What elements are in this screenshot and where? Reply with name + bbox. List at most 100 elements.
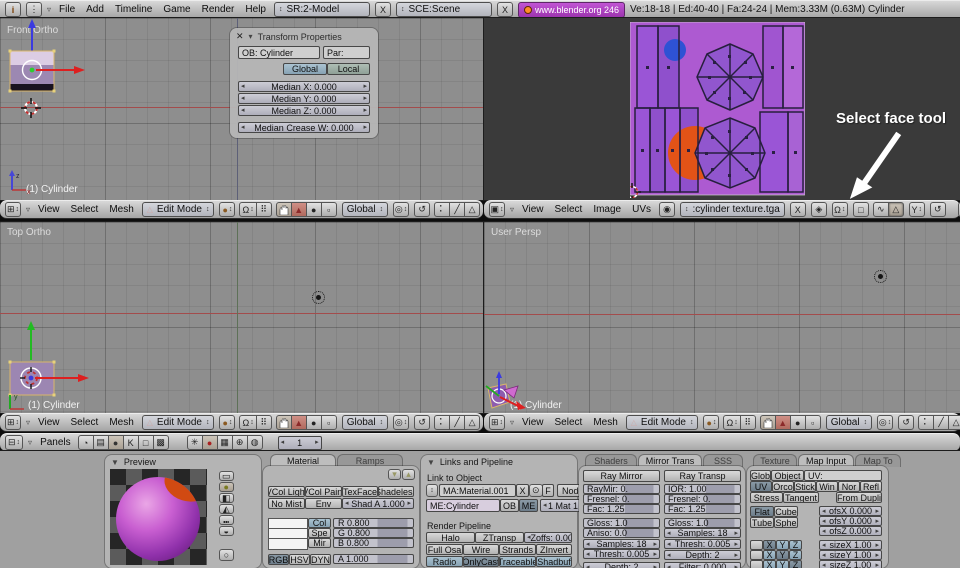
front-view-scene[interactable]: z x (0, 18, 120, 200)
ob-button[interactable]: OB (500, 499, 519, 512)
translate-manipulator-icon[interactable]: ▲ (291, 202, 307, 217)
stepper-left-icon[interactable]: ◂ (241, 124, 245, 131)
translate-manipulator-icon[interactable]: ▲ (775, 415, 791, 430)
gloss-mir-slider[interactable]: Gloss: 1.0 (583, 518, 660, 528)
menu-timeline[interactable]: Timeline (112, 4, 155, 15)
material-name-field[interactable]: MA:Material.001 (439, 484, 516, 497)
lamp-object[interactable] (312, 291, 325, 304)
stepper-right-icon[interactable]: ▸ (363, 124, 367, 131)
radiosity-subcontext-icon[interactable]: ⊕ (232, 435, 248, 450)
spe-channel-button[interactable]: Spe (308, 528, 331, 538)
win-toggle[interactable]: Win (816, 481, 838, 492)
menu-image[interactable]: Image (590, 204, 624, 215)
viewport-top[interactable]: Top Ortho (1) Cylinder y (0, 222, 483, 413)
uv-stitch-dropdown[interactable]: Y↕ (909, 202, 925, 217)
draw-type-dropdown[interactable]: ●↕ (703, 415, 719, 430)
transform-properties-panel[interactable]: ✕ ▾ Transform Properties OB: Cylinder Pa… (230, 28, 378, 138)
shading-context-icon[interactable]: ● (108, 435, 124, 450)
top-view-scene[interactable]: y (0, 317, 120, 413)
collapse-panel-icon[interactable]: ▾ (249, 32, 253, 41)
manipulator-hand-button[interactable] (760, 415, 776, 430)
pivot-align-icon[interactable]: ⠿ (740, 415, 756, 430)
ray-transp-toggle[interactable]: Ray Transp (664, 470, 741, 482)
preview-sphere-icon[interactable]: ● (219, 482, 234, 492)
collapse-menus-icon[interactable]: ▿ (47, 5, 51, 14)
pivot-dropdown[interactable]: Ω↕ (723, 415, 740, 430)
rotate-manipulator-icon[interactable]: ● (790, 415, 806, 430)
proportional-edit-dropdown[interactable]: ◎↕ (393, 415, 409, 430)
blue-slider[interactable]: B 0.800 (333, 538, 414, 548)
fac-tra-slider[interactable]: Fac: 1.25 (664, 504, 741, 514)
depth-tra-stepper[interactable]: ◂Depth: 2▸ (664, 550, 741, 560)
lamp-subcontext-icon[interactable]: ✳ (187, 435, 203, 450)
draw-type-dropdown[interactable]: ●↕ (219, 415, 235, 430)
screen-selector[interactable]: ↕ SR:2-Model (274, 2, 370, 17)
vcol-paint-toggle[interactable]: VCol Paint (305, 486, 342, 497)
fresnel-mir-slider[interactable]: Fresnel: 0. (583, 494, 660, 504)
collapse-menus-icon[interactable]: ▿ (28, 438, 32, 447)
cube-toggle[interactable]: Cube (774, 506, 798, 517)
stepper-left-icon[interactable]: ◂ (241, 83, 245, 90)
draw-type-dropdown[interactable]: ●↕ (219, 202, 235, 217)
copy-material-icon[interactable]: ▾ (388, 469, 401, 480)
local-toggle[interactable]: Local (327, 63, 370, 75)
scale-manipulator-icon[interactable]: ▫ (321, 415, 337, 430)
ofsz-stepper[interactable]: ◂ofsZ 0.000▸ (819, 526, 882, 536)
object-context-icon[interactable]: K (123, 435, 139, 450)
editor-type-dropdown[interactable]: ⊟↕ (5, 435, 23, 450)
uv-rotation-dropdown[interactable]: Ω↕ (832, 202, 848, 217)
uv-coords-toggle[interactable]: UV (750, 481, 772, 492)
rgb-mode-button[interactable]: RGB (268, 554, 289, 565)
mirror-color-swatch[interactable] (268, 538, 308, 550)
fake-user-button[interactable]: F (542, 484, 554, 497)
vertex-select-icon[interactable]: ⠅ (918, 415, 934, 430)
stepper-right-icon[interactable]: ▸ (315, 439, 319, 446)
scale-manipulator-icon[interactable]: ▫ (321, 202, 337, 217)
axis-none-button-3[interactable] (750, 560, 763, 568)
alpha-slider[interactable]: A 1.000 (333, 554, 414, 564)
uv-texture-image[interactable] (630, 22, 805, 198)
face-select-icon[interactable]: △ (464, 415, 480, 430)
sizey-stepper[interactable]: ◂sizeY 1.00▸ (819, 550, 882, 560)
editor-type-dropdown[interactable]: ⊞↕ (5, 202, 21, 217)
proportional-edit-dropdown[interactable]: ◎↕ (393, 202, 409, 217)
close-icon[interactable]: ✕ (236, 31, 244, 42)
filter-stepper[interactable]: ◂Filter: 0.000▸ (664, 562, 741, 568)
collapse-menus-icon[interactable]: ▿ (510, 205, 514, 214)
radio-toggle[interactable]: Radio (426, 556, 463, 567)
scene-selector[interactable]: ↕ SCE:Scene (396, 2, 492, 17)
autoname-car-icon[interactable]: ⊙ (529, 484, 543, 497)
menu-view[interactable]: View (519, 417, 547, 428)
samples-mir-stepper[interactable]: ◂Samples: 18▸ (583, 539, 660, 549)
uv-sync-icon[interactable]: ∿ (873, 202, 889, 217)
axis-none-button-1[interactable] (750, 540, 763, 550)
pivot-align-icon[interactable]: ⠿ (256, 202, 272, 217)
rotate-manipulator-icon[interactable]: ● (306, 415, 322, 430)
stepper-right-icon[interactable]: ▸ (363, 107, 367, 114)
pivot-dropdown[interactable]: Ω↕ (239, 202, 256, 217)
menu-render[interactable]: Render (199, 4, 238, 15)
collapse-panel-icon[interactable]: ▼ (427, 458, 435, 467)
flat-toggle[interactable]: Flat (750, 506, 774, 517)
window-split-icon[interactable]: ⋮ (26, 2, 42, 17)
depth-mir-stepper[interactable]: ◂Depth: 2▸ (583, 562, 660, 568)
env-toggle[interactable]: Env (305, 498, 342, 509)
vertex-select-icon[interactable]: ⠅ (434, 202, 450, 217)
edge-select-icon[interactable]: ╱ (449, 202, 465, 217)
manipulator-hand-button[interactable] (276, 415, 292, 430)
parent-field[interactable]: Par: (323, 46, 370, 59)
ofsx-stepper[interactable]: ◂ofsX 0.000▸ (819, 506, 882, 516)
orientation-dropdown[interactable]: Global↕ (826, 415, 872, 430)
texture-subcontext-icon[interactable]: ▦ (217, 435, 233, 450)
editor-type-dropdown[interactable]: ⊞↕ (5, 415, 21, 430)
menu-file[interactable]: File (56, 4, 78, 15)
orientation-dropdown[interactable]: Global↕ (342, 202, 388, 217)
preview-sky-icon[interactable]: ◒ (219, 526, 234, 536)
pin-icon[interactable]: ◉ (659, 202, 675, 217)
scene-delete-button[interactable]: X (497, 2, 513, 17)
median-crease-slider[interactable]: ◂Median Crease W: 0.000▸ (238, 122, 370, 133)
uv-image-editor[interactable]: Select face tool (484, 18, 960, 200)
nor-toggle[interactable]: Nor (838, 481, 860, 492)
menu-add[interactable]: Add (83, 4, 107, 15)
refl-toggle[interactable]: Refl (860, 481, 882, 492)
